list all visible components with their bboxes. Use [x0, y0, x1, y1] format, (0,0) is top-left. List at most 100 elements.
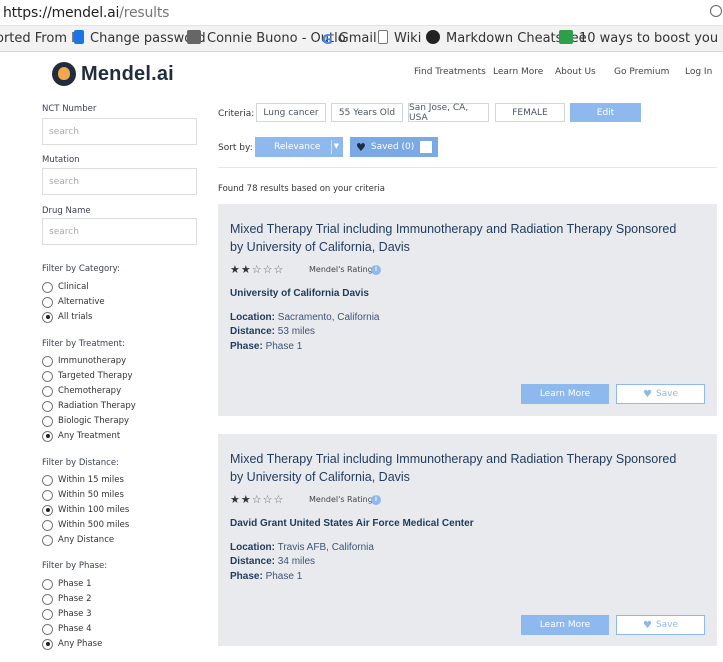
- treatment-option-radiation[interactable]: Radiation Therapy: [42, 400, 136, 412]
- star-filled-icon: ★: [240, 264, 252, 276]
- rating-label: Mendel's Rating: [309, 495, 373, 504]
- trial-title[interactable]: Mixed Therapy Trial including Immunother…: [230, 450, 690, 486]
- star-empty-icon: ☆: [273, 494, 285, 506]
- trial-title[interactable]: Mixed Therapy Trial including Immunother…: [230, 220, 690, 256]
- phase-option-4[interactable]: Phase 4: [42, 623, 92, 635]
- radio-icon: [42, 415, 53, 427]
- distance-option-500[interactable]: Within 500 miles: [42, 519, 129, 531]
- distance-option-100[interactable]: Within 100 miles: [42, 504, 129, 516]
- option-label: Within 15 miles: [58, 475, 124, 485]
- nav-learn-more[interactable]: Learn More: [493, 67, 543, 77]
- bookmark-imported[interactable]: orted From IE: [0, 30, 83, 48]
- star-empty-icon: ☆: [273, 264, 285, 276]
- radio-icon: [42, 370, 53, 382]
- category-option-all-trials[interactable]: All trials: [42, 311, 92, 323]
- treatment-option-chemotherapy[interactable]: Chemotherapy: [42, 385, 121, 397]
- save-button[interactable]: ♥ Save: [616, 384, 705, 404]
- category-option-alternative[interactable]: Alternative: [42, 296, 105, 308]
- phase-option-1[interactable]: Phase 1: [42, 578, 92, 590]
- institution-name: University of California Davis: [230, 288, 369, 299]
- drug-search-input[interactable]: [42, 218, 197, 245]
- criteria-chip-condition[interactable]: Lung cancer: [256, 103, 326, 122]
- zoom-icon[interactable]: [710, 5, 722, 17]
- save-button[interactable]: ♥ Save: [616, 615, 705, 635]
- star-filled-icon: ★: [240, 494, 252, 506]
- edit-criteria-button[interactable]: Edit: [570, 103, 641, 122]
- radio-icon: [42, 400, 53, 412]
- radio-icon: [42, 534, 53, 546]
- heart-icon: ♥: [642, 619, 652, 631]
- field-label: Distance:: [230, 326, 276, 337]
- option-label: Within 100 miles: [58, 505, 130, 515]
- bookmark-gmail[interactable]: G Gmail: [322, 30, 377, 48]
- field-label: Distance:: [230, 556, 276, 567]
- info-icon[interactable]: i: [371, 265, 381, 275]
- bookmark-change-password[interactable]: Change password: [74, 30, 206, 48]
- divider: [218, 167, 717, 168]
- nct-search-input[interactable]: [42, 118, 197, 145]
- radio-icon: [42, 519, 53, 531]
- bookmark-label: 10 ways to boost you: [579, 31, 719, 46]
- avatar-icon: [187, 30, 201, 44]
- bookmark-wiki[interactable]: Wiki: [378, 30, 421, 48]
- nav-find-treatments[interactable]: Find Treatments: [414, 67, 486, 77]
- radio-icon: [42, 474, 53, 486]
- radio-icon: [42, 608, 53, 620]
- option-label: Phase 2: [58, 594, 92, 604]
- institution-name: David Grant United States Air Force Medi…: [230, 518, 474, 529]
- field-label: Phase:: [230, 571, 263, 582]
- url-text[interactable]: https://mendel.ai/results: [3, 5, 169, 21]
- radio-selected-icon: [42, 638, 53, 650]
- criteria-chip-age[interactable]: 55 Years Old: [331, 103, 403, 122]
- distance-option-50[interactable]: Within 50 miles: [42, 489, 124, 501]
- nav-about-us[interactable]: About Us: [555, 67, 596, 77]
- rating-label: Mendel's Rating: [309, 265, 373, 274]
- nav-log-in[interactable]: Log In: [685, 67, 712, 77]
- mutation-search-input[interactable]: [42, 168, 197, 195]
- phase-value: Phase 1: [265, 571, 303, 582]
- distance-option-any[interactable]: Any Distance: [42, 534, 114, 546]
- category-option-clinical[interactable]: Clinical: [42, 281, 89, 293]
- criteria-chip-location[interactable]: San Jose, CA, USA: [408, 103, 489, 123]
- option-label: Phase 3: [58, 609, 92, 619]
- treatment-option-biologic[interactable]: Biologic Therapy: [42, 415, 129, 427]
- phase-option-3[interactable]: Phase 3: [42, 608, 92, 620]
- nav-go-premium[interactable]: Go Premium: [614, 67, 669, 77]
- treatment-filter-label: Filter by Treatment:: [42, 339, 125, 349]
- bookmark-label: Wiki: [394, 31, 422, 46]
- saved-checkbox[interactable]: [420, 141, 432, 153]
- option-label: Immunotherapy: [58, 356, 127, 366]
- option-label: Within 500 miles: [58, 520, 130, 530]
- site-logo[interactable]: Mendel.ai: [52, 60, 174, 88]
- bookmark-label: orted From IE: [0, 31, 84, 46]
- phase-option-2[interactable]: Phase 2: [42, 593, 92, 605]
- radio-selected-icon: [42, 504, 53, 516]
- option-label: Phase 4: [58, 624, 92, 634]
- bookmark-label: Gmail: [338, 31, 377, 46]
- bookmark-boost[interactable]: 10 ways to boost you: [559, 30, 718, 48]
- heart-icon: ♥: [642, 388, 652, 400]
- info-icon[interactable]: i: [371, 495, 381, 505]
- drug-label: Drug Name: [42, 206, 91, 216]
- location-field: Location: Sacramento, California: [230, 312, 380, 323]
- treatment-option-targeted[interactable]: Targeted Therapy: [42, 370, 133, 382]
- criteria-label: Criteria:: [218, 109, 255, 119]
- field-label: Location:: [230, 542, 275, 553]
- learn-more-button[interactable]: Learn More: [521, 615, 609, 635]
- address-bar[interactable]: https://mendel.ai/results: [0, 0, 723, 26]
- learn-more-button[interactable]: Learn More: [521, 384, 609, 404]
- criteria-chip-gender[interactable]: FEMALE: [495, 103, 565, 122]
- phase-option-any[interactable]: Any Phase: [42, 638, 102, 650]
- select-divider: [331, 140, 332, 154]
- option-label: Any Distance: [58, 535, 115, 545]
- treatment-option-immunotherapy[interactable]: Immunotherapy: [42, 355, 126, 367]
- sort-label: Sort by:: [218, 143, 253, 153]
- distance-option-15[interactable]: Within 15 miles: [42, 474, 124, 486]
- location-value: Sacramento, California: [277, 312, 380, 323]
- treatment-option-any[interactable]: Any Treatment: [42, 430, 120, 442]
- sort-selected-value: Relevance: [274, 142, 321, 152]
- page-icon: [378, 30, 388, 44]
- sort-select[interactable]: Relevance ▼: [255, 137, 343, 157]
- rating-stars: ★★☆☆☆: [230, 263, 284, 276]
- saved-toggle-button[interactable]: ♥ Saved (0): [350, 137, 438, 157]
